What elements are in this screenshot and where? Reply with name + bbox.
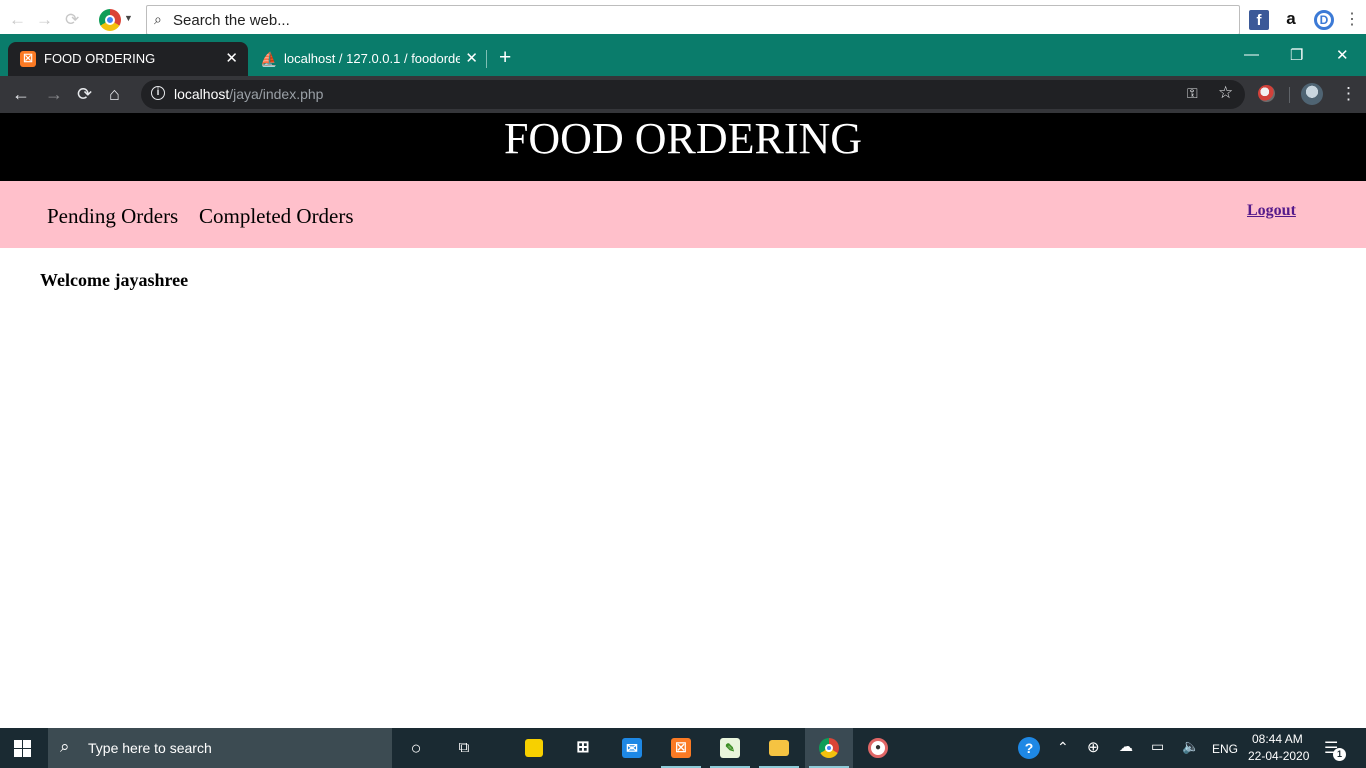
battery-icon[interactable]: ▭	[1151, 738, 1164, 768]
info-icon[interactable]: i	[151, 86, 165, 100]
onedrive-icon[interactable]: ☁	[1119, 738, 1133, 768]
windows-taskbar: ⌕ Type here to search ○ ⧉ ⊞ ✉ ☒ ✎ ● ? ⌃ …	[0, 728, 1366, 768]
language-indicator[interactable]: ENG	[1212, 742, 1238, 756]
windows-start-icon[interactable]	[14, 740, 32, 757]
network-globe-icon[interactable]: ⊕	[1087, 738, 1100, 768]
xampp-icon: ☒	[20, 51, 36, 67]
help-icon[interactable]: ?	[1018, 737, 1040, 759]
taskbar-search-input[interactable]: ⌕ Type here to search	[48, 728, 392, 768]
close-icon[interactable]: ✕	[465, 49, 478, 67]
d-extension-icon[interactable]: D	[1314, 10, 1334, 30]
tab-title: localhost / 127.0.0.1 / foodorder	[284, 51, 460, 66]
nav-completed-orders[interactable]: Completed Orders	[199, 204, 354, 229]
notification-badge: 1	[1333, 748, 1346, 761]
nav-pending-orders[interactable]: Pending Orders	[47, 204, 178, 229]
close-icon[interactable]: ✕	[225, 49, 238, 67]
profile-avatar[interactable]	[1301, 83, 1323, 105]
url-path: /jaya/index.php	[229, 86, 324, 102]
cortana-icon[interactable]: ○	[392, 728, 440, 768]
sticky-notes-icon[interactable]	[510, 728, 558, 768]
volume-icon[interactable]: 🔈	[1182, 738, 1199, 768]
extension-icon[interactable]	[1258, 85, 1275, 102]
task-view-icon[interactable]: ⧉	[440, 728, 488, 768]
chrome-menu-icon[interactable]: ⋮	[1340, 84, 1357, 104]
media-icon[interactable]: ●	[854, 728, 902, 768]
tab-title: FOOD ORDERING	[44, 51, 156, 66]
chrome-logo-icon[interactable]	[99, 9, 121, 31]
toolbar-refresh-icon[interactable]: ⟳	[65, 10, 79, 30]
chevron-up-icon[interactable]: ⌃	[1057, 739, 1069, 768]
tab-food-ordering[interactable]: ☒ FOOD ORDERING ✕	[8, 42, 248, 76]
toolbar-divider	[1289, 87, 1290, 103]
page-title: FOOD ORDERING	[503, 114, 863, 163]
forward-icon[interactable]: →	[45, 84, 63, 104]
home-icon[interactable]: ⌂	[109, 84, 120, 104]
search-icon: ⌕	[154, 11, 162, 27]
search-icon: ⌕	[60, 737, 70, 756]
url-field[interactable]: i localhost/jaya/index.php ⚿ ☆	[141, 80, 1245, 109]
mail-icon[interactable]: ✉	[608, 728, 656, 768]
site-header: FOOD ORDERING	[0, 113, 1366, 181]
key-icon[interactable]: ⚿	[1187, 85, 1198, 102]
bookmark-star-icon[interactable]: ☆	[1218, 83, 1233, 103]
file-explorer-icon[interactable]	[755, 728, 803, 768]
taskbar-search-placeholder: Type here to search	[88, 740, 212, 756]
amazon-icon[interactable]: a	[1281, 10, 1301, 30]
back-icon[interactable]: ←	[12, 84, 30, 104]
chevron-down-icon[interactable]: ▼	[124, 13, 133, 23]
xampp-icon[interactable]: ☒	[657, 728, 705, 768]
web-search-input[interactable]: ⌕ Search the web...	[146, 5, 1240, 35]
toolbar-menu-icon[interactable]: ⋮	[1344, 10, 1360, 30]
tab-phpmyadmin[interactable]: ⛵ localhost / 127.0.0.1 / foodorder ✕	[248, 42, 488, 76]
reload-icon[interactable]: ⟳	[77, 84, 92, 104]
toolbar-forward-icon[interactable]: →	[36, 10, 53, 30]
clock-time[interactable]: 08:44 AM	[1252, 732, 1303, 746]
clock-date[interactable]: 22-04-2020	[1248, 749, 1309, 763]
site-nav: Pending Orders Completed Orders Logout	[0, 181, 1366, 248]
notepad-plus-icon[interactable]: ✎	[706, 728, 754, 768]
minimize-icon[interactable]: —	[1244, 46, 1259, 63]
toolbar-back-icon[interactable]: ←	[9, 10, 26, 30]
address-toolbar: ← → ⟳ ⌂ i localhost/jaya/index.php ⚿ ☆ ⋮	[0, 76, 1366, 113]
phpmyadmin-icon: ⛵	[260, 51, 278, 67]
chrome-icon[interactable]	[805, 728, 853, 768]
logout-link[interactable]: Logout	[1247, 202, 1296, 220]
url-host: localhost	[174, 86, 230, 102]
tab-divider	[486, 50, 487, 68]
web-search-placeholder: Search the web...	[173, 12, 290, 29]
new-tab-icon[interactable]: +	[499, 47, 511, 69]
restore-icon[interactable]: ❐	[1290, 46, 1303, 64]
store-icon[interactable]: ⊞	[559, 728, 607, 768]
facebook-icon[interactable]: f	[1249, 10, 1269, 30]
window-close-icon[interactable]: ✕	[1336, 46, 1349, 64]
welcome-message: Welcome jayashree	[40, 270, 189, 290]
tab-strip: ☒ FOOD ORDERING ✕ ⛵ localhost / 127.0.0.…	[0, 34, 1366, 76]
